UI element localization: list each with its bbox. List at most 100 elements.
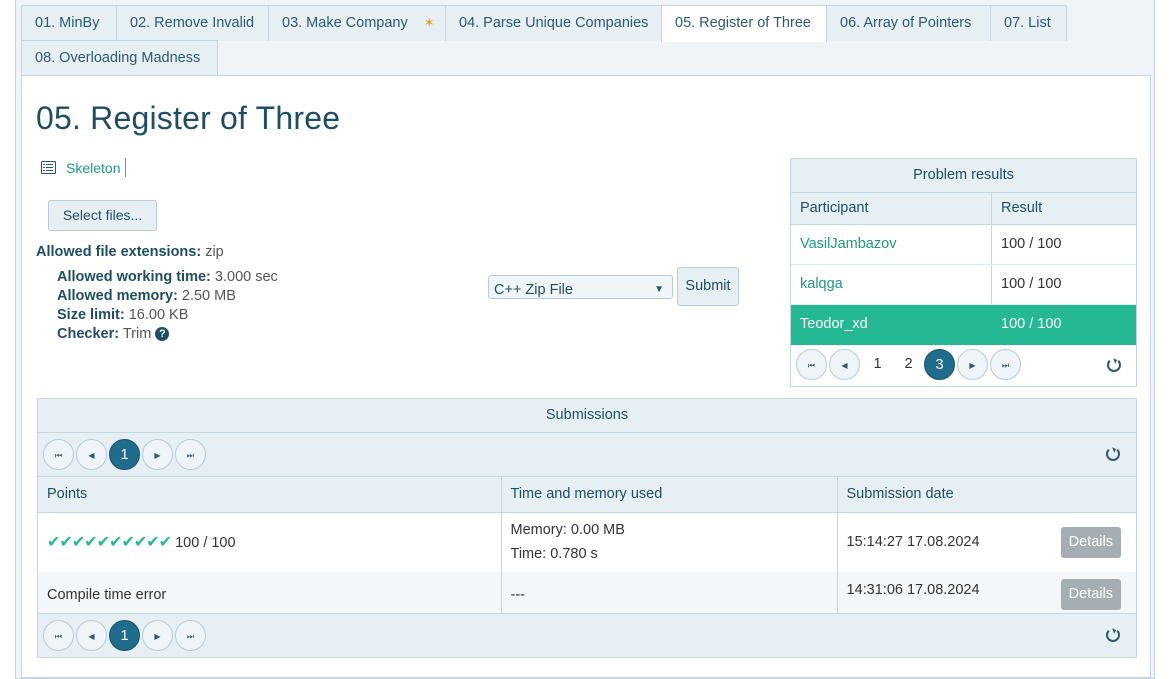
submission-date: 14:31:06 17.08.2024 (846, 582, 980, 598)
submissions-pager-bottom-row: ⏮ ◀ 1 ▶ ⏭ (38, 613, 1136, 657)
allowed-extensions: Allowed file extensions: zip (36, 244, 224, 260)
points-column-header: Points (38, 477, 502, 513)
participant-link[interactable]: kalqga (800, 276, 843, 292)
language-select-value: C++ Zip File (494, 282, 573, 298)
tab-label: 06. Array of Pointers (840, 15, 972, 31)
tab-label: 05. Register of Three (675, 15, 811, 31)
submissions-pager-bottom: ⏮ ◀ 1 ▶ ⏭ (43, 620, 208, 651)
prev-page-button[interactable]: ◀ (829, 349, 860, 380)
size-limit-label: Size limit: (57, 307, 125, 323)
page-title: 05. Register of Three (36, 100, 341, 136)
points-cell: ✔✔✔✔✔✔✔✔✔✔ 100 / 100 (38, 512, 502, 572)
tab-label: 04. Parse Unique Companies (459, 15, 649, 31)
prev-page-button[interactable]: ◀ (76, 439, 107, 470)
date-column-header: Submission date (837, 477, 1136, 513)
problem-results-header: Problem results (791, 159, 1136, 193)
next-page-button[interactable]: ▶ (142, 439, 173, 470)
working-time-label: Allowed working time: (57, 269, 211, 285)
tab-list[interactable]: 07. List (990, 5, 1067, 41)
problem-panel: 05. Register of Three Skeleton Select fi… (21, 75, 1151, 678)
tab-overloading-madness[interactable]: 08. Overloading Madness (21, 40, 218, 76)
participant-link[interactable]: VasilJambazov (800, 236, 896, 252)
results-row-current-user: Teodor_xd 100 / 100 (791, 305, 1136, 345)
next-page-button[interactable]: ▶ (142, 620, 173, 651)
help-icon[interactable]: ? (155, 327, 170, 341)
refresh-icon[interactable] (1106, 628, 1120, 642)
size-limit-value: 16.00 KB (128, 307, 189, 323)
tab-array-of-pointers[interactable]: 06. Array of Pointers (826, 5, 991, 41)
points-value: 100 / 100 (175, 535, 236, 552)
first-page-button[interactable]: ⏮ (796, 349, 827, 380)
tab-register-of-three[interactable]: 05. Register of Three (661, 5, 827, 42)
last-page-button[interactable]: ⏭ (175, 439, 206, 470)
problem-results-panel: Problem results Participant Result Vasil… (790, 158, 1137, 387)
date-cell: Details 15:14:27 17.08.2024 (837, 512, 1136, 572)
points-cell: Compile time error (38, 572, 502, 617)
page-number[interactable]: 2 (893, 349, 924, 380)
memory-label: Allowed memory: (57, 288, 178, 304)
working-time: Allowed working time: 3.000 sec (57, 269, 278, 285)
results-pager: ⏮ ◀ 1 2 3 ▶ ⏭ (796, 349, 1023, 380)
memory-value: 2.50 MB (181, 288, 236, 304)
refresh-icon[interactable] (1106, 447, 1120, 461)
page-number-current[interactable]: 1 (109, 620, 140, 651)
time-memory-cell: Memory: 0.00 MB Time: 0.780 s (501, 512, 838, 572)
checker-value: Trim (122, 326, 152, 342)
details-button[interactable]: Details (1060, 579, 1121, 610)
result-value: 100 / 100 (1001, 276, 1062, 292)
first-page-button[interactable]: ⏮ (43, 620, 74, 651)
allowed-memory: Allowed memory: 2.50 MB (57, 288, 236, 304)
submissions-panel: Submissions ⏮ ◀ 1 ▶ ⏭ Points Time and me… (37, 398, 1137, 658)
page-number[interactable]: 1 (862, 349, 893, 380)
next-page-button[interactable]: ▶ (957, 349, 988, 380)
tab-remove-invalid[interactable]: 02. Remove Invalid (116, 5, 269, 41)
divider (125, 158, 127, 177)
allowed-extensions-value: zip (205, 244, 224, 260)
submissions-table-header: Points Time and memory used Submission d… (38, 477, 1136, 513)
page-number-current[interactable]: 1 (109, 439, 140, 470)
skeleton-link[interactable]: Skeleton (66, 160, 120, 176)
result-value: 100 / 100 (1001, 316, 1062, 332)
star-icon: ✶ (423, 15, 435, 30)
tab-parse-unique-companies[interactable]: 04. Parse Unique Companies (445, 5, 662, 41)
refresh-icon[interactable] (1107, 358, 1121, 372)
tab-label: 02. Remove Invalid (130, 15, 255, 31)
allowed-extensions-label: Allowed file extensions: (36, 244, 202, 260)
working-time-value: 3.000 sec (214, 269, 278, 285)
select-files-button[interactable]: Select files... (48, 200, 157, 231)
tab-label: 03. Make Company (282, 15, 408, 31)
prev-page-button[interactable]: ◀ (76, 620, 107, 651)
skeleton-link-row: Skeleton (41, 158, 127, 177)
last-page-button[interactable]: ⏭ (990, 349, 1021, 380)
submissions-header: Submissions (38, 399, 1136, 433)
size-limit: Size limit: 16.00 KB (57, 307, 188, 323)
checker: Checker: Trim ? (57, 326, 170, 342)
first-page-button[interactable]: ⏮ (43, 439, 74, 470)
dropdown-arrow-icon: ▼ (654, 284, 664, 295)
tab-minby[interactable]: 01. MinBy (21, 5, 117, 41)
time-memory-cell: --- (501, 572, 838, 617)
submission-row: Compile time error --- Details 14:31:06 … (38, 572, 1136, 617)
time-memory-column-header: Time and memory used (501, 477, 838, 513)
last-page-button[interactable]: ⏭ (175, 620, 206, 651)
tab-label: 07. List (1004, 15, 1051, 31)
results-row: kalqga 100 / 100 (791, 265, 1136, 305)
results-row: VasilJambazov 100 / 100 (791, 225, 1136, 265)
checker-label: Checker: (57, 326, 120, 342)
list-icon (41, 161, 56, 174)
result-value: 100 / 100 (1001, 236, 1062, 252)
time-used: Time: 0.780 s (510, 546, 598, 563)
participant-column-header: Participant (791, 193, 992, 224)
submit-button[interactable]: Submit (677, 267, 739, 306)
date-cell: Details 14:31:06 17.08.2024 (837, 572, 1136, 617)
tab-label: 08. Overloading Madness (35, 50, 201, 66)
language-select[interactable]: C++ Zip File ▼ (488, 275, 673, 299)
submissions-pager-row: ⏮ ◀ 1 ▶ ⏭ (38, 433, 1136, 477)
details-button[interactable]: Details (1060, 526, 1121, 558)
tab-make-company[interactable]: 03. Make Company ✶ (268, 5, 446, 41)
results-column-headers: Participant Result (791, 193, 1136, 225)
memory-used: Memory: 0.00 MB (510, 522, 625, 539)
page-number-current[interactable]: 3 (924, 349, 955, 380)
tab-label: 01. MinBy (35, 15, 100, 31)
submission-row: ✔✔✔✔✔✔✔✔✔✔ 100 / 100 Memory: 0.00 MB Tim… (38, 512, 1136, 572)
